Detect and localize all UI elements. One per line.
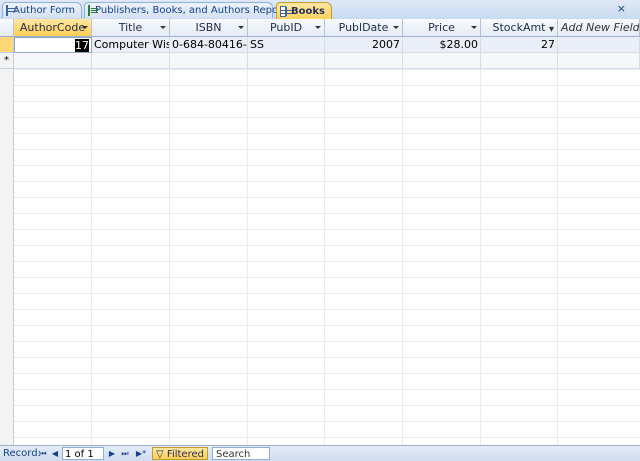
- grid-line: [402, 19, 403, 445]
- grid-line: [557, 19, 558, 445]
- cell-isbn[interactable]: 0-684-80416-5: [170, 37, 248, 53]
- tab-label: Books: [291, 5, 325, 17]
- grid-line: [480, 19, 481, 445]
- cell-value: 17: [75, 39, 89, 52]
- column-header-isbn[interactable]: ISBN: [170, 19, 248, 37]
- report-icon: [88, 5, 98, 16]
- cell-title[interactable]: Computer Wisdom: [92, 37, 170, 53]
- column-header-add-new-field[interactable]: Add New Field: [558, 19, 640, 37]
- cell-stockamt[interactable]: 27: [481, 37, 558, 53]
- new-cell[interactable]: [403, 53, 481, 69]
- column-header-title[interactable]: Title: [92, 19, 170, 37]
- new-record-icon: *: [4, 55, 9, 66]
- first-record-button[interactable]: ⏮: [38, 447, 48, 460]
- record-navigation-bar: Record: ⏮ ◀ 1 of 1 ▶ ⏭ ▶* ▽ Filtered Sea…: [0, 445, 640, 461]
- filter-icon[interactable]: ▾: [549, 21, 554, 36]
- last-record-button[interactable]: ⏭: [120, 447, 130, 460]
- form-icon: [6, 5, 17, 16]
- new-record-selector[interactable]: *: [0, 53, 14, 69]
- tab-label: Author Form: [13, 5, 76, 16]
- record-label: Record:: [3, 448, 41, 459]
- column-header-stockamt[interactable]: StockAmt ▾: [481, 19, 558, 37]
- datasheet-grid: AuthorCode Title ISBN PubID PublDate Pri…: [0, 19, 640, 445]
- dropdown-arrow-icon[interactable]: [315, 26, 321, 29]
- cell-pubid[interactable]: SS: [248, 37, 325, 53]
- new-cell[interactable]: [92, 53, 170, 69]
- new-cell[interactable]: [481, 53, 558, 69]
- column-header-label: ISBN: [195, 21, 222, 34]
- column-header-label: Add New Field: [561, 21, 640, 34]
- close-icon[interactable]: ×: [617, 3, 626, 15]
- grid-line: [169, 19, 170, 445]
- new-cell[interactable]: [558, 53, 640, 69]
- dropdown-arrow-icon[interactable]: [82, 26, 88, 29]
- new-cell[interactable]: [248, 53, 325, 69]
- record-selector-column: [0, 19, 14, 445]
- filter-toggle-button[interactable]: ▽ Filtered: [152, 447, 208, 460]
- dropdown-arrow-icon[interactable]: [393, 26, 399, 29]
- new-record-button[interactable]: ▶*: [134, 447, 148, 460]
- column-header-authorcode[interactable]: AuthorCode: [14, 19, 92, 37]
- document-tab-bar: Author Form Publishers, Books, and Autho…: [0, 0, 640, 20]
- tab-publishers-report[interactable]: Publishers, Books, and Authors Report: [84, 2, 286, 18]
- grid-line: [91, 19, 92, 445]
- cell-publdate[interactable]: 2007: [325, 37, 403, 53]
- grid-line: [247, 19, 248, 445]
- new-record-row: [14, 53, 640, 69]
- tab-author-form[interactable]: Author Form: [2, 2, 82, 18]
- column-header-publdate[interactable]: PublDate: [325, 19, 403, 37]
- filtered-label: Filtered: [166, 449, 204, 460]
- column-header-label: Price: [428, 21, 455, 34]
- column-header-pubid[interactable]: PubID: [248, 19, 325, 37]
- table-icon: [280, 5, 293, 17]
- column-header-label: PublDate: [338, 21, 389, 34]
- dropdown-arrow-icon[interactable]: [238, 26, 244, 29]
- current-record-field[interactable]: 1 of 1: [62, 447, 104, 460]
- cell-price[interactable]: $28.00: [403, 37, 481, 53]
- cell-authorcode[interactable]: 17: [14, 37, 92, 53]
- previous-record-button[interactable]: ◀: [50, 447, 60, 460]
- column-header-price[interactable]: Price: [403, 19, 481, 37]
- dropdown-arrow-icon[interactable]: [160, 26, 166, 29]
- table-row: 17 Computer Wisdom 0-684-80416-5 SS 2007…: [14, 37, 640, 53]
- column-header-label: PubID: [269, 21, 303, 34]
- cell-add-new-field[interactable]: [558, 37, 640, 53]
- tab-books[interactable]: Books: [276, 2, 332, 19]
- tab-label: Publishers, Books, and Authors Report: [95, 5, 287, 16]
- search-input[interactable]: Search: [212, 447, 270, 460]
- column-header-label: AuthorCode: [19, 21, 86, 34]
- grid-line: [324, 19, 325, 445]
- new-cell[interactable]: [170, 53, 248, 69]
- column-header-label: StockAmt: [492, 21, 546, 34]
- new-cell[interactable]: [14, 53, 92, 69]
- funnel-icon: ▽: [156, 449, 164, 460]
- dropdown-arrow-icon[interactable]: [471, 26, 477, 29]
- select-all-corner[interactable]: [0, 19, 14, 37]
- column-header-label: Title: [118, 21, 143, 34]
- new-cell[interactable]: [325, 53, 403, 69]
- record-selector-current[interactable]: [0, 37, 14, 53]
- next-record-button[interactable]: ▶: [107, 447, 117, 460]
